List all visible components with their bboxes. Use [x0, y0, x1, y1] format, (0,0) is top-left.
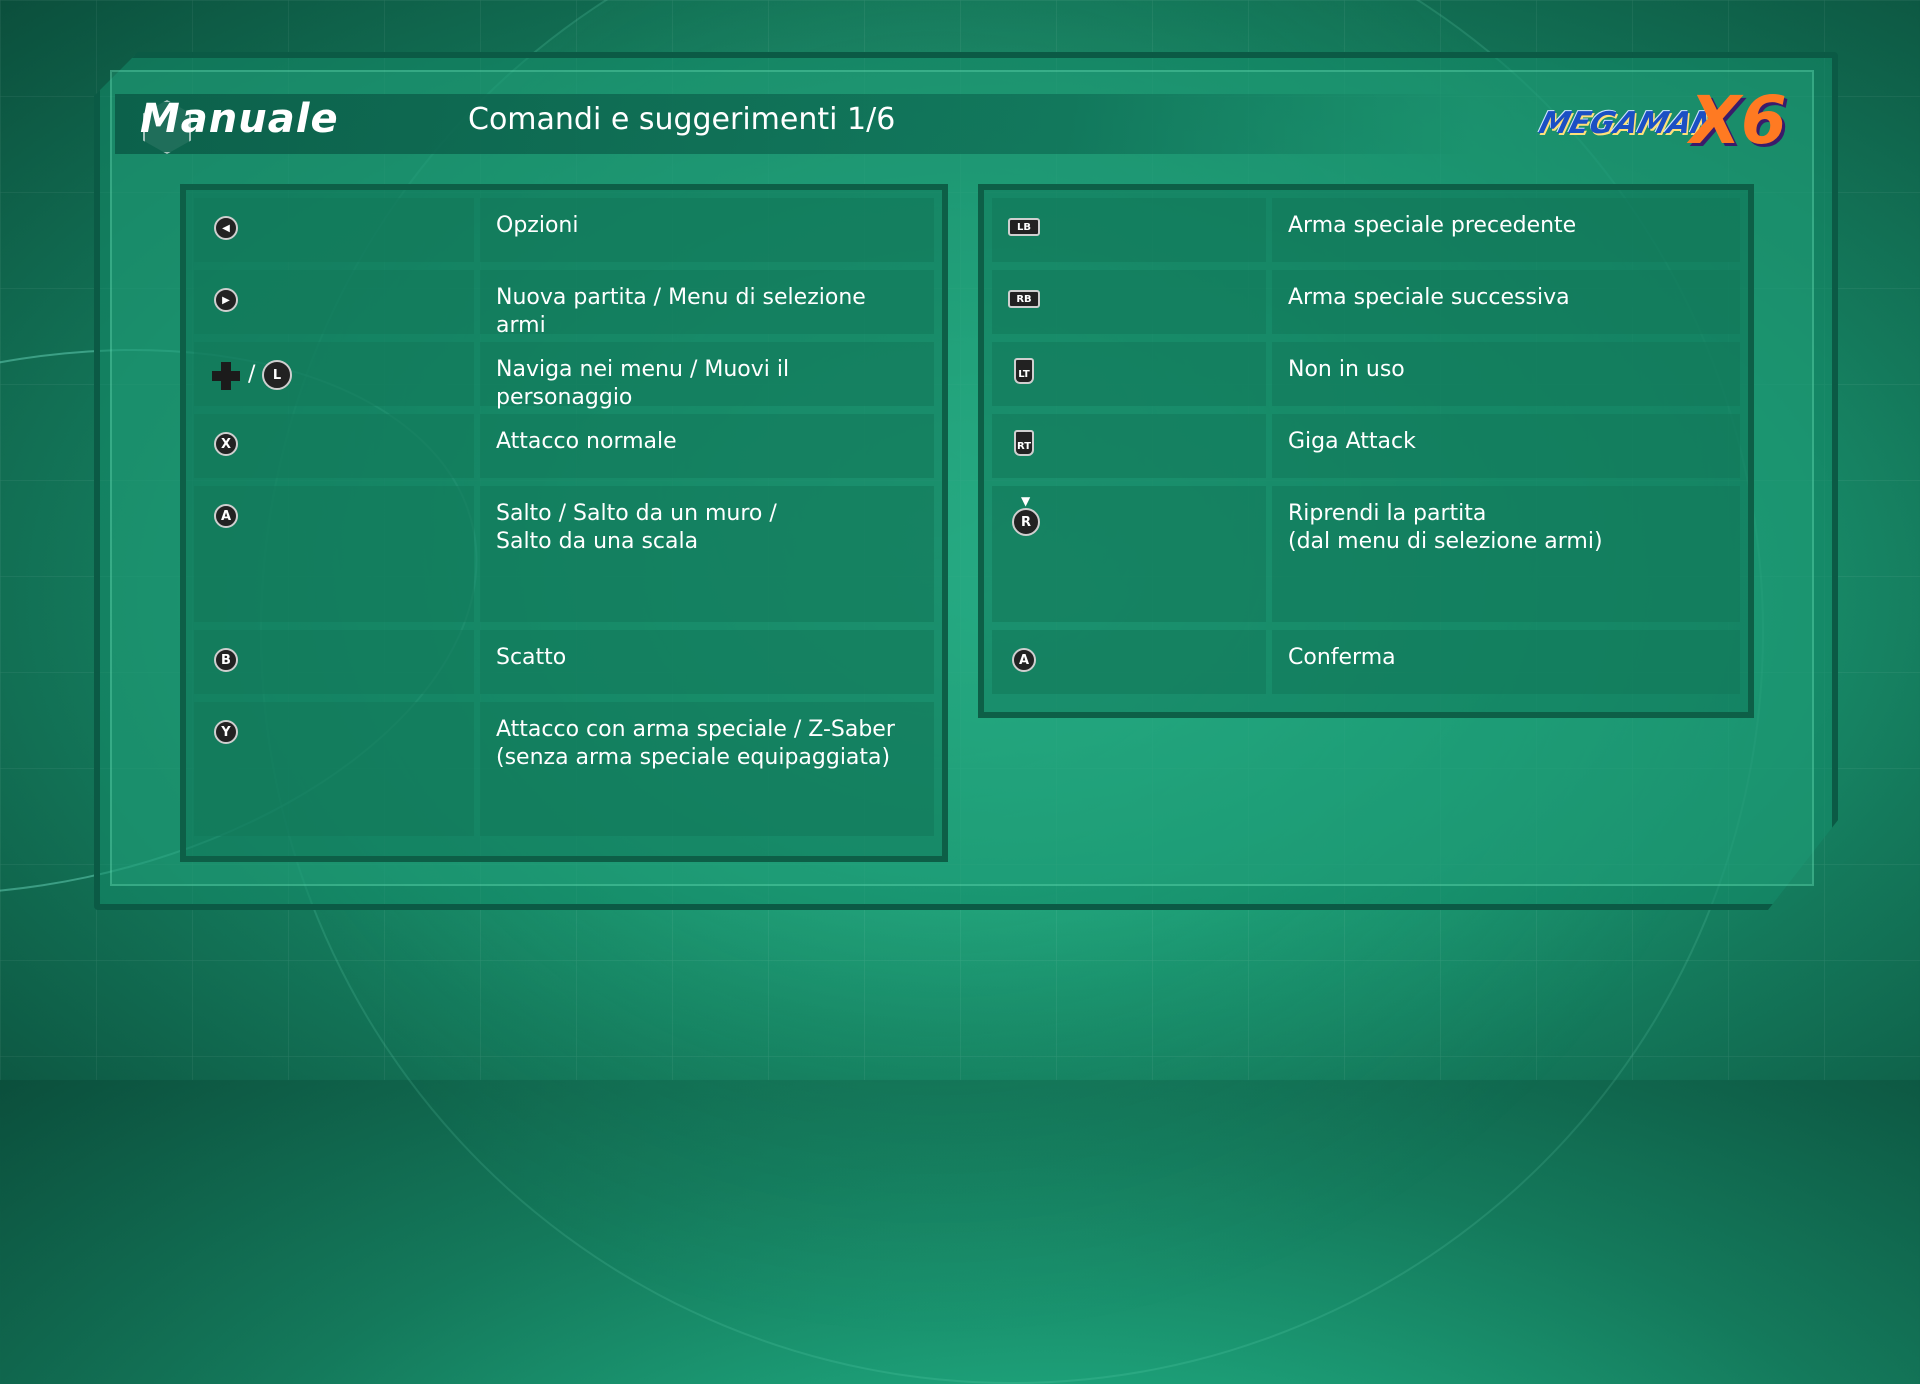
control-label: Conferma [1272, 630, 1740, 694]
control-label: Opzioni [480, 198, 934, 262]
left-stick-icon: L [262, 360, 292, 390]
control-icon-cell: RB [992, 270, 1266, 334]
control-icon-cell: LB [992, 198, 1266, 262]
control-icon-cell: LT [992, 342, 1266, 406]
control-label: Salto / Salto da un muro / Salto da una … [480, 486, 934, 622]
control-label-text-line2: (senza arma speciale equipaggiata) [496, 745, 891, 770]
control-row: LT Non in uso [992, 342, 1740, 406]
rb-button-icon: RB [1008, 290, 1040, 308]
start-button-icon: ▶ [214, 288, 238, 312]
control-label: Attacco con arma speciale / Z-Saber (sen… [480, 702, 934, 836]
control-row: LB Arma speciale precedente [992, 198, 1740, 262]
control-label: Arma speciale successiva [1272, 270, 1740, 334]
control-icon-cell: A [194, 486, 474, 622]
control-icon-cell: X [194, 414, 474, 478]
control-row: B Scatto [194, 630, 934, 694]
controls-panel-right: LB Arma speciale precedente RB Arma spec… [978, 184, 1754, 718]
a-button-icon: A [214, 504, 238, 528]
control-label: Scatto [480, 630, 934, 694]
lb-button-icon: LB [1008, 218, 1040, 236]
control-icon-cell: Y [194, 702, 474, 836]
control-row: ▶ Nuova partita / Menu di selezione armi [194, 270, 934, 338]
control-row: Y Attacco con arma speciale / Z-Saber (s… [194, 702, 934, 836]
back-button-icon: ◀ [214, 216, 238, 240]
control-label: Non in uso [1272, 342, 1740, 406]
control-row: ◀ Opzioni [194, 198, 934, 262]
control-label-text: Nuova partita / Menu di selezione armi [496, 285, 866, 338]
control-label: Arma speciale precedente [1272, 198, 1740, 262]
control-label-text: Riprendi la partita [1288, 501, 1487, 526]
lt-trigger-icon: LT [1014, 358, 1034, 384]
control-row: RT Giga Attack [992, 414, 1740, 478]
separator-slash: / [248, 362, 256, 387]
control-label-text: Naviga nei menu / Muovi il personaggio [496, 357, 790, 410]
control-label-text: Attacco con arma speciale / Z-Saber [496, 717, 895, 742]
section-title: Manuale [140, 96, 339, 142]
control-label: Giga Attack [1272, 414, 1740, 478]
logo-x6-text: X6 [1690, 82, 1787, 159]
page-title: Comandi e suggerimenti 1/6 [468, 102, 896, 137]
control-label-text-line2: Salto da una scala [496, 529, 699, 554]
game-logo: MEGAMAN X6 [1535, 82, 1787, 160]
control-icon-cell: ▼ R [992, 486, 1266, 622]
control-label-text: Arma speciale successiva [1288, 285, 1570, 310]
control-row: A Conferma [992, 630, 1740, 694]
control-label-text: Non in uso [1288, 357, 1405, 382]
control-label-text: Opzioni [496, 213, 579, 238]
control-label-text: Giga Attack [1288, 429, 1416, 454]
x-button-icon: X [214, 432, 238, 456]
control-row: RB Arma speciale successiva [992, 270, 1740, 334]
control-icon-cell: A [992, 630, 1266, 694]
control-label-text: Scatto [496, 645, 567, 670]
control-label-text: Arma speciale precedente [1288, 213, 1577, 238]
control-label-text-line2: (dal menu di selezione armi) [1288, 529, 1603, 554]
y-button-icon: Y [214, 720, 238, 744]
rt-trigger-icon: RT [1014, 430, 1034, 456]
controls-panel-left: ◀ Opzioni ▶ Nuova partita / Menu di sele… [180, 184, 948, 862]
control-label: Naviga nei menu / Muovi il personaggio [480, 342, 934, 410]
control-row: X Attacco normale [194, 414, 934, 478]
a-button-icon: A [1012, 648, 1036, 672]
control-label-text: Attacco normale [496, 429, 677, 454]
control-row: / L Naviga nei menu / Muovi il personagg… [194, 342, 934, 410]
right-stick-press-icon: R [1012, 508, 1040, 536]
control-icon-cell: ▶ [194, 270, 474, 334]
control-row: A Salto / Salto da un muro / Salto da un… [194, 486, 934, 622]
control-icon-cell: / L [194, 342, 474, 406]
control-label: Nuova partita / Menu di selezione armi [480, 270, 934, 338]
b-button-icon: B [214, 648, 238, 672]
control-icon-cell: ◀ [194, 198, 474, 262]
control-icon-cell: B [194, 630, 474, 694]
dpad-icon [212, 362, 240, 390]
control-icon-cell: RT [992, 414, 1266, 478]
press-arrow-icon: ▼ [1021, 494, 1031, 508]
control-label-text: Salto / Salto da un muro / [496, 501, 777, 526]
control-label: Attacco normale [480, 414, 934, 478]
control-row: ▼ R Riprendi la partita (dal menu di sel… [992, 486, 1740, 622]
control-label: Riprendi la partita (dal menu di selezio… [1272, 486, 1740, 622]
control-label-text: Conferma [1288, 645, 1396, 670]
